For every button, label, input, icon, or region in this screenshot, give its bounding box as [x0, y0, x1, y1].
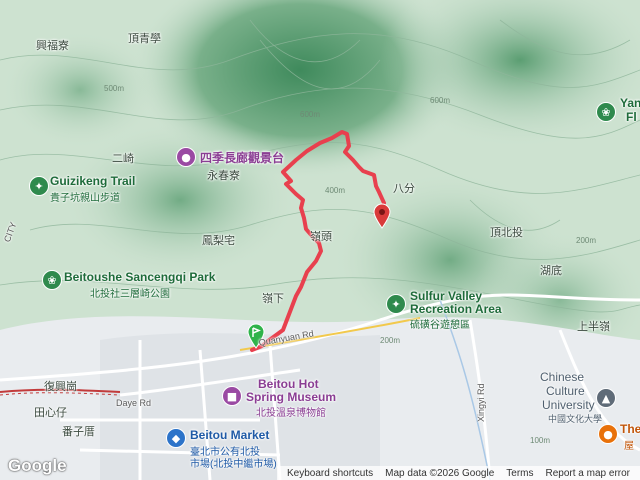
poi-sulfur-en-1[interactable]: Sulfur Valley [410, 289, 482, 303]
poi-market-zh-2: 市場(北投中繼市場) [190, 459, 277, 470]
poi-ccu-zh: 中國文化大學 [548, 414, 603, 424]
place-label: 永春寮 [207, 170, 240, 182]
poi-the-en[interactable]: The [620, 422, 640, 436]
place-label: 嶺下 [262, 293, 284, 305]
keyboard-shortcuts-link[interactable]: Keyboard shortcuts [281, 468, 379, 479]
place-label: 興福寮 [36, 40, 69, 52]
end-marker[interactable] [373, 203, 391, 229]
road-label: Daye Rd [116, 398, 152, 408]
poi-yang-1[interactable]: Yan [620, 96, 640, 110]
graduation-cap-icon[interactable]: ▲ [596, 388, 616, 408]
hiker-icon[interactable]: ✦ [386, 294, 406, 314]
place-label: 上半嶺 [577, 321, 610, 333]
contour-label: 500m [104, 84, 125, 93]
poi-guizikeng-zh: 貴子坑親山步道 [50, 193, 120, 204]
place-label: 鳳梨宅 [202, 235, 235, 247]
camera-icon[interactable]: ● [176, 147, 196, 167]
poi-beitoushe-zh: 北投社三層崎公園 [90, 289, 170, 300]
shopping-icon[interactable]: ◆ [166, 428, 186, 448]
poi-ccu-en-3[interactable]: University [542, 398, 595, 412]
poi-hot-spring-en-1[interactable]: Beitou Hot [258, 377, 319, 391]
terms-link[interactable]: Terms [500, 468, 539, 479]
map-data-attribution: Map data ©2026 Google [385, 467, 495, 479]
poi-sulfur-zh: 硫磺谷遊憩區 [410, 320, 470, 331]
hiker-icon[interactable]: ✦ [29, 176, 49, 196]
contour-label: 600m [300, 110, 321, 119]
road-label: Xingyi Rd [476, 383, 486, 422]
contour-label: 200m [380, 336, 401, 345]
place-label: 頂北投 [490, 227, 523, 239]
map-canvas[interactable]: 600m 600m 500m 400m 200m 200m 100m 興福寮 頂… [0, 0, 640, 480]
place-label: 八分 [393, 183, 415, 195]
poi-hot-spring-zh: 北投溫泉博物館 [256, 408, 326, 419]
report-map-error-link[interactable]: Report a map error [540, 468, 636, 479]
place-label: 二崎 [112, 153, 134, 165]
fork-knife-icon[interactable]: ● [598, 424, 618, 444]
tree-icon[interactable]: ❀ [42, 270, 62, 290]
poi-ccu-en-1[interactable]: Chinese [540, 370, 584, 384]
poi-hot-spring-en-2[interactable]: Spring Museum [246, 390, 336, 404]
place-label: 田心仔 [34, 407, 67, 419]
contour-label: 200m [576, 236, 597, 245]
poi-sulfur-en-2[interactable]: Recreation Area [410, 302, 502, 316]
contour-label: 100m [530, 436, 551, 445]
poi-market-en[interactable]: Beitou Market [190, 428, 269, 442]
google-logo: Google [8, 456, 67, 475]
museum-icon[interactable]: ■ [222, 386, 242, 406]
map-footer: Keyboard shortcuts Map data ©2026 Google… [276, 466, 640, 480]
poi-siji-changlang[interactable]: 四季長廊觀景台 [200, 149, 284, 166]
poi-the-zh: 屋 [624, 441, 634, 452]
contour-label: 400m [325, 186, 346, 195]
place-label: 湖底 [540, 265, 562, 277]
poi-ccu-en-2[interactable]: Culture [546, 384, 585, 398]
poi-yang-2[interactable]: Fl [626, 110, 637, 124]
place-label: 頂青學 [128, 33, 161, 45]
contour-label: 600m [430, 96, 451, 105]
tree-icon[interactable]: ❀ [596, 102, 616, 122]
place-label: 復興崗 [44, 381, 77, 393]
place-label: 嶺頭 [310, 231, 332, 243]
place-label: 番子厝 [62, 426, 95, 438]
poi-guizikeng-en[interactable]: Guizikeng Trail [50, 174, 135, 188]
poi-beitoushe-en[interactable]: Beitoushe Sancengqi Park [64, 270, 215, 284]
